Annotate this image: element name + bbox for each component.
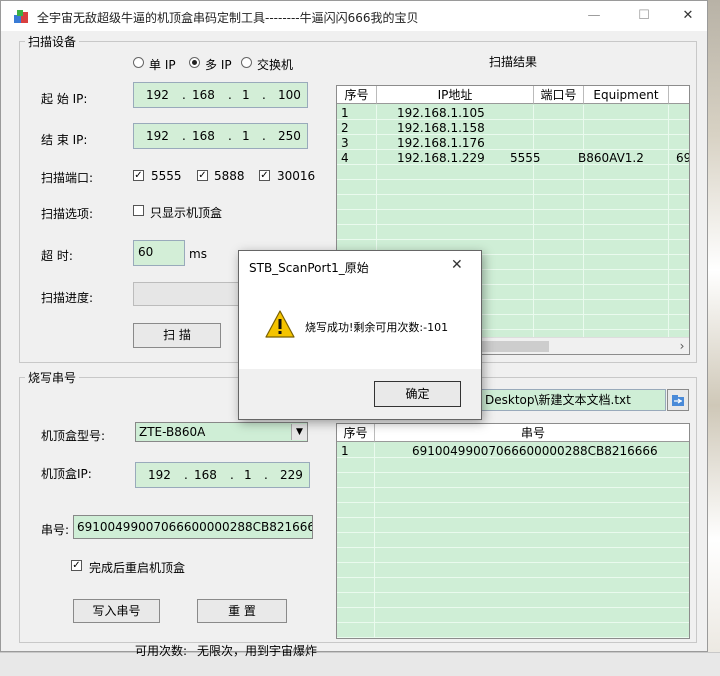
model-select[interactable]: ZTE-B860A ▼ xyxy=(135,422,308,442)
timeout-unit: ms xyxy=(189,247,207,261)
scroll-right-arrow[interactable]: › xyxy=(675,338,689,354)
port-30016-checkbox[interactable]: ✓ xyxy=(259,170,270,181)
window-title: 全宇宙无敌超级牛逼的机顶盒串码定制工具--------牛逼闪闪666我的宝贝 xyxy=(37,11,419,25)
serial-label: 串号: xyxy=(41,523,70,537)
minimize-button[interactable]: — xyxy=(571,1,617,31)
desktop-taskbar-area xyxy=(0,652,720,676)
port-5888-label: 5888 xyxy=(214,169,245,183)
quota-label: 可用次数: xyxy=(135,644,188,658)
dialog-title: STB_ScanPort1_原始 xyxy=(249,261,369,275)
reboot-label: 完成后重启机顶盒 xyxy=(89,561,186,575)
port-label: 扫描端口: xyxy=(41,171,94,185)
only-stb-checkbox[interactable] xyxy=(133,205,144,216)
grid-lines xyxy=(337,443,689,638)
mode-multi-radio[interactable] xyxy=(189,57,200,68)
message-dialog: STB_ScanPort1_原始 ✕ 烧写成功!剩余可用次数:-101 确定 xyxy=(238,250,482,420)
table-row[interactable]: 1 192.168.1.105 xyxy=(337,106,689,121)
timeout-label: 超 时: xyxy=(41,249,73,263)
model-label: 机顶盒型号: xyxy=(41,429,106,443)
dialog-close-button[interactable]: ✕ xyxy=(451,257,463,273)
mode-single-radio[interactable] xyxy=(133,57,144,68)
table-row[interactable]: 2 192.168.1.158 xyxy=(337,121,689,136)
open-file-icon xyxy=(672,395,684,406)
quota-value: 无限次，用到宇宙爆炸 xyxy=(197,644,318,658)
file-path-field[interactable]: Desktop\新建文本文档.txt xyxy=(481,389,666,411)
mode-switch-radio[interactable] xyxy=(241,57,252,68)
port-5555-label: 5555 xyxy=(151,169,182,183)
serial-field[interactable]: 69100499007066600000288CB8216666 xyxy=(73,515,313,539)
scan-button[interactable]: 扫 描 xyxy=(133,323,221,348)
dialog-message: 烧写成功!剩余可用次数:-101 xyxy=(305,321,449,334)
col-extra xyxy=(669,86,689,104)
mode-switch-label: 交换机 xyxy=(257,58,294,72)
close-button[interactable]: ✕ xyxy=(665,1,711,31)
box-ip-field[interactable]: 192 . 168 . 1 . 229 xyxy=(135,462,310,488)
start-ip-field[interactable]: 192 . 168 . 1 . 100 xyxy=(133,82,308,108)
col-equipment[interactable]: Equipment xyxy=(584,86,669,104)
option-label: 扫描选项: xyxy=(41,207,94,221)
col-ip[interactable]: IP地址 xyxy=(377,86,534,104)
title-bar: 全宇宙无敌超级牛逼的机顶盒串码定制工具--------牛逼闪闪666我的宝贝 —… xyxy=(1,1,707,31)
mode-single-label: 单 IP xyxy=(149,58,176,72)
progress-label: 扫描进度: xyxy=(41,291,94,305)
table-row[interactable]: 3 192.168.1.176 xyxy=(337,136,689,151)
scan-group-title: 扫描设备 xyxy=(25,33,80,50)
only-stb-label: 只显示机顶盒 xyxy=(150,206,223,220)
col-index[interactable]: 序号 xyxy=(337,86,377,104)
chevron-down-icon[interactable]: ▼ xyxy=(291,424,307,440)
maximize-button[interactable]: ☐ xyxy=(621,1,667,31)
box-ip-label: 机顶盒IP: xyxy=(41,467,92,481)
col-index[interactable]: 序号 xyxy=(337,424,375,442)
col-port[interactable]: 端口号 xyxy=(534,86,584,104)
dialog-title-bar: STB_ScanPort1_原始 ✕ xyxy=(239,251,481,281)
scan-progress-bar xyxy=(133,282,243,306)
serial-list-table[interactable]: 序号 串号 1 69100499007066600000288CB8216666 xyxy=(336,423,690,639)
reset-button[interactable]: 重 置 xyxy=(197,599,287,623)
table-row[interactable]: 1 69100499007066600000288CB8216666 xyxy=(337,444,689,459)
end-ip-field[interactable]: 192 . 168 . 1 . 250 xyxy=(133,123,308,149)
app-icon xyxy=(14,10,28,23)
browse-file-button[interactable] xyxy=(667,389,689,411)
results-title: 扫描结果 xyxy=(489,55,538,69)
port-30016-label: 30016 xyxy=(277,169,316,183)
port-5888-checkbox[interactable]: ✓ xyxy=(197,170,208,181)
warning-icon xyxy=(265,310,295,338)
mode-multi-label: 多 IP xyxy=(205,58,232,72)
burn-group-title: 烧写串号 xyxy=(25,369,80,386)
end-ip-label: 结 束 IP: xyxy=(41,133,88,147)
ok-button[interactable]: 确定 xyxy=(374,381,461,407)
port-5555-checkbox[interactable]: ✓ xyxy=(133,170,144,181)
table-row[interactable]: 4 192.168.1.229 5555 B860AV1.2 69 xyxy=(337,151,689,166)
start-ip-label: 起 始 IP: xyxy=(41,92,88,106)
col-serial[interactable]: 串号 xyxy=(375,424,689,442)
dialog-body: 烧写成功!剩余可用次数:-101 xyxy=(239,281,481,369)
reboot-checkbox[interactable]: ✓ xyxy=(71,560,82,571)
timeout-field[interactable]: 60 xyxy=(133,240,185,266)
write-serial-button[interactable]: 写入串号 xyxy=(73,599,160,623)
